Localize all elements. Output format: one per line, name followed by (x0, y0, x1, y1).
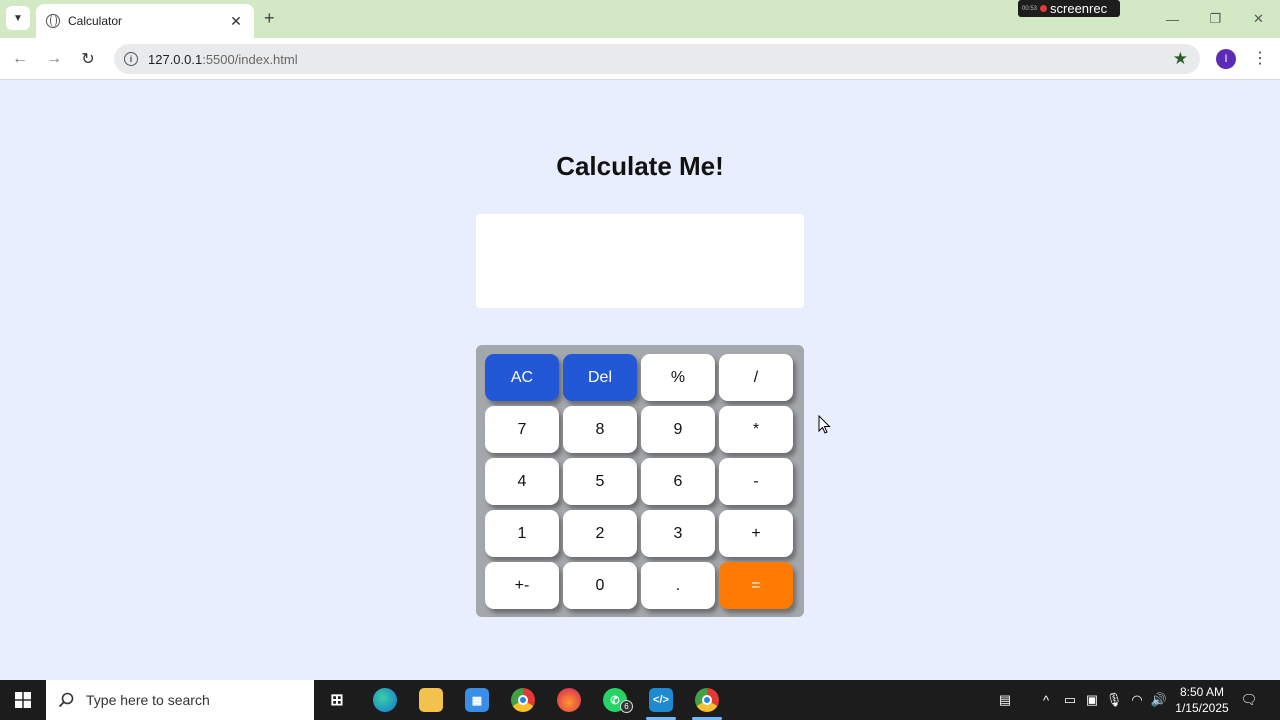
browser-tab-bar: ▼ Calculator ✕ + 00:53 screenrec — ❐ ✕ (0, 0, 1280, 38)
key-add[interactable]: + (719, 510, 793, 557)
forward-arrow-icon[interactable]: → (43, 48, 65, 70)
key-7[interactable]: 7 (485, 406, 559, 453)
minimize-icon[interactable]: — (1151, 0, 1194, 38)
key-3[interactable]: 3 (641, 510, 715, 557)
battery-icon[interactable]: ▭ (1060, 680, 1080, 720)
reload-icon[interactable]: ↻ (77, 48, 99, 70)
window-close-icon[interactable]: ✕ (1237, 0, 1280, 38)
globe-icon (46, 14, 60, 28)
file-explorer-icon[interactable] (419, 688, 443, 712)
calculator-keypad: AC Del%/ 7 8 9 * 4 5 6- 1 2 3 + +- 0. = (476, 345, 804, 617)
whatsapp-notification-badge: 6 (620, 700, 633, 713)
screenrec-badge: 00:53 screenrec (1018, 0, 1120, 17)
key-2[interactable]: 2 (563, 510, 637, 557)
task-view-icon[interactable]: ⊞ (325, 688, 349, 712)
search-icon (58, 692, 74, 708)
back-arrow-icon[interactable]: ← (9, 48, 31, 70)
windows-taskbar: ⊞ ▦ ✆ 6 </> ▤ ^ ▭ ▣ 🎙 ◠ 🔊 8:50 AM 1/15/2… (0, 680, 1280, 720)
tab-title: Calculator (68, 14, 123, 28)
tab-search-chevron-icon[interactable]: ▼ (6, 6, 30, 30)
key-0[interactable]: 0 (563, 562, 637, 609)
page-title: Calculate Me! (556, 151, 724, 181)
close-tab-icon[interactable]: ✕ (228, 13, 244, 30)
start-button[interactable] (0, 680, 46, 720)
key-decimal[interactable]: . (641, 562, 715, 609)
key-clear[interactable]: AC (485, 354, 559, 401)
tab-calculator[interactable]: Calculator ✕ (36, 4, 254, 38)
windows-logo-icon (15, 692, 31, 708)
url-host: 127.0.0.1 (148, 51, 203, 67)
taskbar-search[interactable] (46, 680, 314, 720)
key-4[interactable]: 4 (485, 458, 559, 505)
browser-menu-icon[interactable]: ⋮ (1252, 48, 1268, 68)
chrome-active-center-icon (702, 695, 712, 705)
edge-icon[interactable] (373, 688, 397, 712)
clock-time: 8:50 AM (1179, 685, 1225, 699)
bookmark-star-icon[interactable]: ★ (1173, 49, 1188, 69)
record-dot-icon (1040, 5, 1048, 12)
clock-date: 1/15/2025 (1175, 701, 1229, 715)
profile-avatar[interactable]: I (1216, 49, 1236, 69)
chrome-icon[interactable] (511, 688, 535, 712)
key-divide[interactable]: / (719, 354, 793, 401)
taskbar-clock[interactable]: 8:50 AM 1/15/2025 (1168, 684, 1236, 716)
site-info-icon[interactable]: i (124, 52, 138, 66)
chrome-center-icon (518, 695, 528, 705)
notifications-icon[interactable]: 🗨 (1238, 680, 1260, 720)
key-1[interactable]: 1 (485, 510, 559, 557)
calculator-display (476, 214, 804, 308)
new-tab-plus-icon[interactable]: + (264, 8, 275, 29)
browser-toolbar: ← → ↻ i 127.0.0.1 :5500/index.html ★ I ⋮ (0, 38, 1280, 80)
mouse-cursor-icon (818, 415, 831, 434)
recorder-time: 00:53 (1022, 5, 1038, 12)
key-negate[interactable]: +- (485, 562, 559, 609)
key-6[interactable]: 6 (641, 458, 715, 505)
key-subtract[interactable]: - (719, 458, 793, 505)
key-percent[interactable]: % (641, 354, 715, 401)
key-5[interactable]: 5 (563, 458, 637, 505)
tray-chevron-up-icon[interactable]: ^ (1036, 680, 1056, 720)
volume-icon[interactable]: 🔊 (1149, 680, 1169, 720)
microphone-icon[interactable]: 🎙 (1104, 680, 1124, 720)
restore-icon[interactable]: ❐ (1194, 0, 1237, 38)
wifi-icon[interactable]: ◠ (1127, 680, 1147, 720)
search-input[interactable] (86, 692, 306, 708)
window-controls: — ❐ ✕ (1151, 0, 1280, 38)
key-equals[interactable]: = (719, 562, 793, 609)
news-widget-icon[interactable]: ▤ (990, 680, 1020, 720)
chrome-active-icon[interactable] (695, 688, 719, 712)
address-bar[interactable]: i 127.0.0.1 :5500/index.html ★ (114, 44, 1200, 74)
vscode-icon[interactable]: </> (649, 688, 673, 712)
key-delete[interactable]: Del (563, 354, 637, 401)
page-content: Calculate Me! AC Del%/ 7 8 9 * 4 5 6- 1 2 3 + +- 0. = (0, 80, 1280, 680)
key-8[interactable]: 8 (563, 406, 637, 453)
key-multiply[interactable]: * (719, 406, 793, 453)
meet-icon[interactable]: ▣ (1082, 680, 1102, 720)
recorder-label: screenrec (1050, 1, 1108, 16)
firefox-icon[interactable] (557, 688, 581, 712)
key-9[interactable]: 9 (641, 406, 715, 453)
url-path: :5500/index.html (202, 51, 298, 67)
microsoft-store-icon[interactable]: ▦ (465, 688, 489, 712)
